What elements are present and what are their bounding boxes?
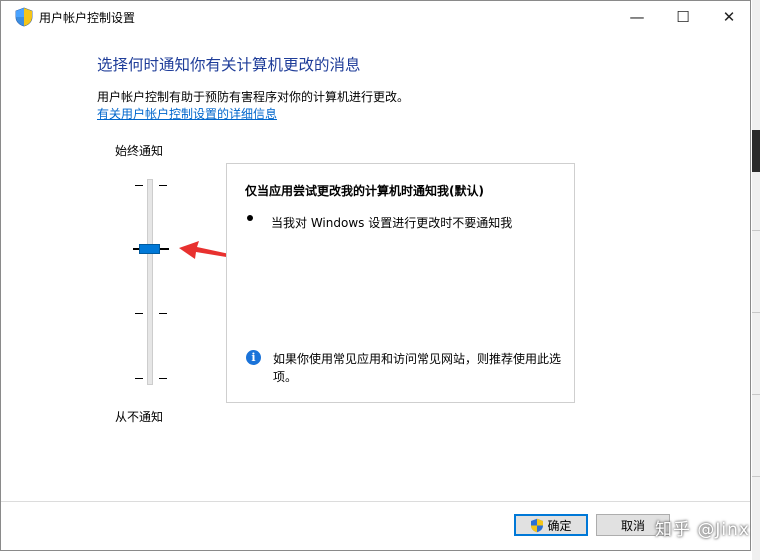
uac-shield-icon [15, 7, 33, 27]
maximize-button[interactable]: ☐ [660, 1, 706, 32]
ok-button-label: 确定 [547, 518, 572, 533]
page-description: 用户帐户控制有助于预防有害程序对你的计算机进行更改。 [97, 90, 410, 104]
background-dark-block [752, 130, 760, 172]
setting-title: 仅当应用尝试更改我的计算机时通知我(默认) [245, 184, 484, 198]
close-button[interactable]: ✕ [706, 1, 752, 32]
slider-tick [135, 378, 143, 379]
slider-bottom-label: 从不通知 [115, 410, 164, 424]
slider-tick [159, 313, 167, 314]
slider-top-label: 始终通知 [115, 144, 164, 158]
minimize-button[interactable]: — [614, 1, 660, 32]
minimize-icon: — [629, 7, 645, 26]
background-line [752, 230, 760, 231]
slider-track[interactable] [147, 179, 153, 385]
footer-divider [1, 501, 750, 502]
bullet-icon [247, 215, 253, 221]
uac-settings-window: 用户帐户控制设置 — ☐ ✕ 选择何时通知你有关计算机更改的消息 用户帐户控制有… [0, 0, 751, 551]
window-title: 用户帐户控制设置 [39, 11, 136, 25]
background-line [752, 312, 760, 313]
slider-tick [135, 313, 143, 314]
setting-description-box: 仅当应用尝试更改我的计算机时通知我(默认) 当我对 Windows 设置进行更改… [226, 163, 575, 403]
slider-tick [159, 248, 169, 250]
background-line [752, 476, 760, 477]
slider-tick [135, 185, 143, 186]
background-line [752, 394, 760, 395]
close-icon: ✕ [722, 7, 736, 26]
slider-thumb[interactable] [139, 244, 160, 254]
title-bar[interactable]: 用户帐户控制设置 — ☐ ✕ [1, 1, 750, 32]
ok-button[interactable]: 确定 [514, 514, 588, 536]
setting-bullet: 当我对 Windows 设置进行更改时不要通知我 [271, 216, 513, 230]
slider-tick [159, 378, 167, 379]
recommendation-note: 如果你使用常见应用和访问常见网站，则推荐使用此选项。 [273, 352, 562, 384]
slider-tick [159, 185, 167, 186]
maximize-icon: ☐ [676, 7, 690, 26]
background-window-strip [752, 0, 760, 560]
page-heading: 选择何时通知你有关计算机更改的消息 [97, 56, 361, 74]
cancel-button-label: 取消 [620, 518, 645, 533]
info-icon: i [246, 350, 261, 365]
details-link[interactable]: 有关用户帐户控制设置的详细信息 [97, 105, 277, 122]
uac-shield-icon [531, 518, 544, 532]
watermark: 知乎 @Jinx [655, 520, 750, 540]
